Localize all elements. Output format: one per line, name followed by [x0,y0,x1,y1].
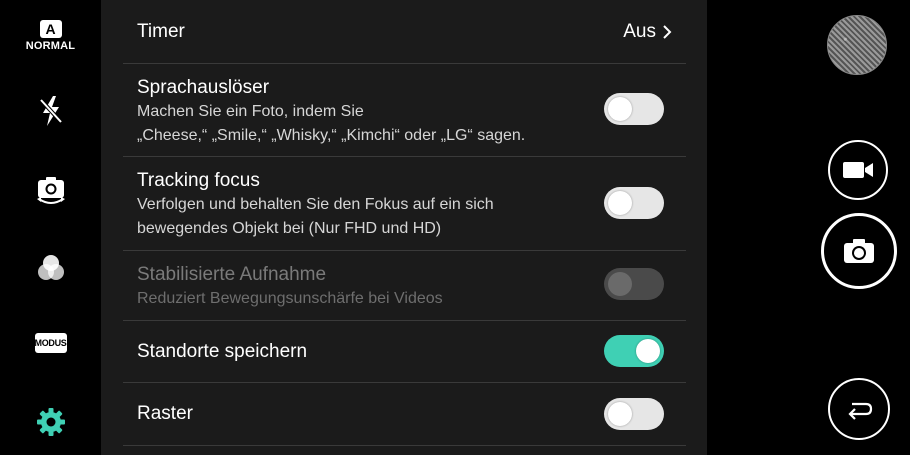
settings-button[interactable] [0,402,101,442]
camera-icon [844,239,874,263]
switch-camera-button[interactable] [0,170,101,210]
setting-description: Verfolgen und behalten Sie den Fokus auf… [137,196,494,213]
grid-toggle[interactable] [604,398,664,430]
mode-letter: A [39,20,62,38]
shutter-button[interactable] [821,213,897,289]
modus-button[interactable]: MODUS [0,328,101,358]
filter-icon [37,255,64,280]
mode-auto-button[interactable]: A NORMAL [0,16,101,56]
video-camera-icon [843,162,873,178]
toggle-knob [608,272,632,296]
toggle-knob [608,402,632,426]
voice-shutter-toggle[interactable] [604,93,664,125]
timer-value[interactable]: Aus [623,21,672,43]
filter-button[interactable] [0,250,101,286]
chevron-right-icon [663,25,672,39]
setting-title: Raster [137,403,193,424]
save-location-toggle[interactable] [604,335,664,367]
setting-title: Sprachauslöser [137,77,270,98]
setting-description: „Cheese,“ „Smile,“ „Whisky,“ „Kimchi“ od… [137,127,526,144]
settings-panel: Timer Aus Sprachauslöser Machen Sie ein … [101,0,707,455]
back-button[interactable] [828,378,890,440]
switch-camera-icon [36,177,65,204]
setting-title: Stabilisierte Aufnahme [137,264,327,285]
setting-title: Tracking focus [137,170,260,191]
setting-grid[interactable]: Raster [123,382,686,446]
record-video-button[interactable] [828,140,888,200]
setting-description: Reduziert Bewegungsunschärfe bei Videos [137,290,443,307]
left-rail: A NORMAL MODUS [0,0,101,455]
setting-save-location[interactable]: Standorte speichern [123,320,686,383]
flash-off-icon [39,96,62,126]
toggle-knob [636,339,660,363]
setting-voice-shutter[interactable]: Sprachauslöser Machen Sie ein Foto, inde… [123,63,686,157]
setting-stabilized-recording: Stabilisierte Aufnahme Reduziert Bewegun… [123,250,686,321]
setting-tracking-focus[interactable]: Tracking focus Verfolgen und behalten Si… [123,156,686,251]
setting-description: bewegendes Objekt bei (Nur FHD und HD) [137,220,442,237]
tracking-focus-toggle[interactable] [604,187,664,219]
timer-value-text: Aus [623,21,656,42]
shutter-inner [827,219,891,283]
setting-title: Standorte speichern [137,341,308,362]
back-arrow-icon [848,402,873,420]
flash-button[interactable] [0,93,101,129]
setting-title: Timer [137,21,185,42]
gear-icon [36,408,65,436]
toggle-knob [608,97,632,121]
setting-description: Machen Sie ein Foto, indem Sie [137,103,364,120]
stabilized-toggle [604,268,664,300]
modus-label: MODUS [34,333,67,353]
mode-label: NORMAL [25,40,76,52]
setting-timer[interactable]: Timer Aus [123,0,686,64]
toggle-knob [608,191,632,215]
gallery-thumbnail[interactable] [827,15,887,75]
